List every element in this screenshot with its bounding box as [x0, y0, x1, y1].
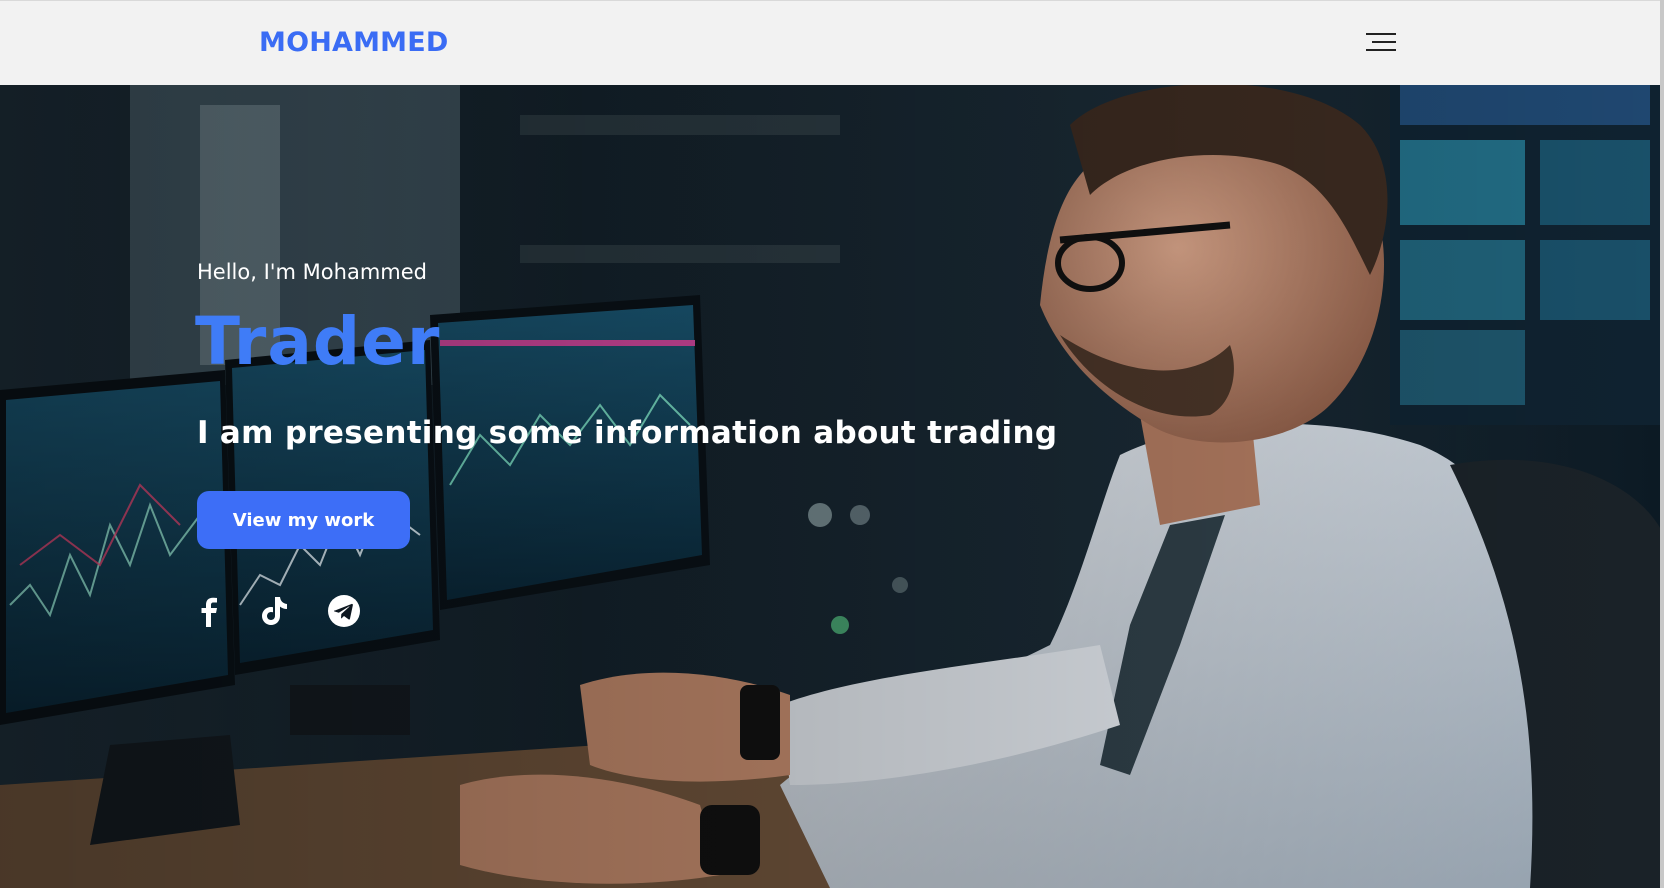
- menu-line: [1366, 33, 1396, 35]
- hero-section: Hello, I'm Mohammed Trader I am presenti…: [0, 85, 1664, 888]
- hero-tagline: I am presenting some information about t…: [197, 415, 1058, 451]
- hero-content: Hello, I'm Mohammed Trader I am presenti…: [195, 85, 1097, 888]
- brand-logo[interactable]: MOHAMMED: [259, 27, 449, 58]
- facebook-icon[interactable]: [191, 593, 227, 629]
- hamburger-menu-icon[interactable]: [1366, 31, 1400, 53]
- menu-line: [1372, 41, 1396, 43]
- view-my-work-button[interactable]: View my work: [197, 491, 410, 549]
- page-scrollbar[interactable]: [1660, 0, 1664, 888]
- top-navbar: MOHAMMED: [0, 0, 1664, 85]
- menu-line: [1366, 49, 1396, 51]
- hero-greeting: Hello, I'm Mohammed: [197, 260, 427, 284]
- tiktok-icon[interactable]: [256, 593, 292, 629]
- hero-role-title: Trader: [195, 303, 441, 380]
- telegram-icon[interactable]: [326, 593, 362, 629]
